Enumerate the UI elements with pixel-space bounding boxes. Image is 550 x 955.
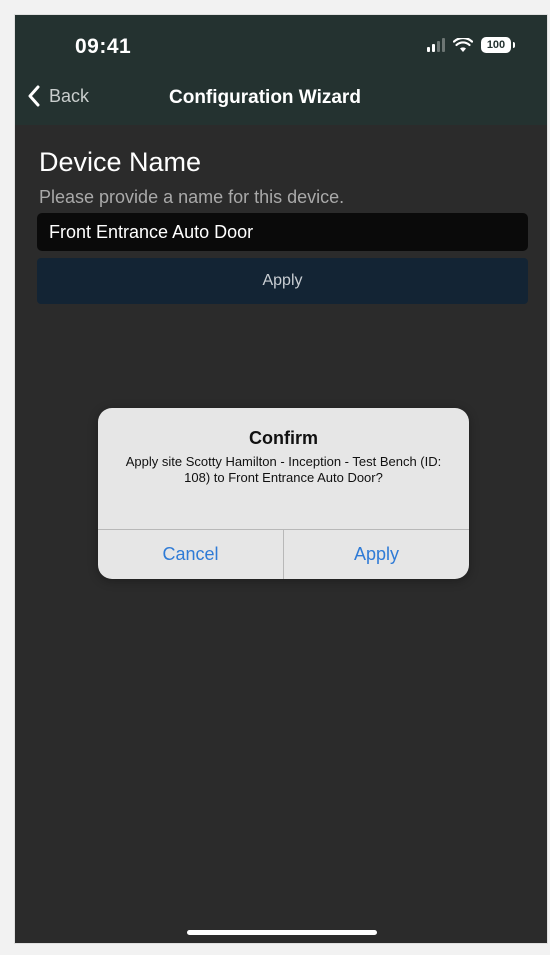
dialog-message: Apply site Scotty Hamilton - Inception -… (125, 454, 442, 485)
device-name-input[interactable] (37, 213, 528, 251)
phone-screen: 09:41 100 Back Configuration Wizard Devi… (14, 14, 548, 944)
confirm-dialog: Confirm Apply site Scotty Hamilton - Inc… (98, 408, 469, 579)
back-label: Back (49, 85, 90, 106)
navigation-bar: Back Configuration Wizard (15, 69, 547, 125)
battery-icon: 100 (481, 37, 515, 53)
wifi-icon (453, 37, 473, 52)
back-button[interactable]: Back (27, 85, 89, 107)
chevron-left-icon (28, 85, 40, 107)
dialog-title: Confirm (249, 428, 318, 448)
home-indicator[interactable] (187, 930, 377, 935)
page-subtitle: Please provide a name for this device. (39, 187, 345, 207)
status-icons: 100 (427, 37, 515, 53)
dialog-cancel-button[interactable]: Cancel (98, 530, 283, 579)
nav-title: Configuration Wizard (169, 87, 361, 108)
page-title: Device Name (39, 147, 202, 177)
apply-button[interactable]: Apply (37, 258, 528, 304)
cellular-signal-icon (427, 38, 445, 52)
status-time: 09:41 (75, 35, 132, 58)
status-bar: 09:41 100 (15, 15, 547, 69)
dialog-apply-button[interactable]: Apply (284, 530, 469, 579)
